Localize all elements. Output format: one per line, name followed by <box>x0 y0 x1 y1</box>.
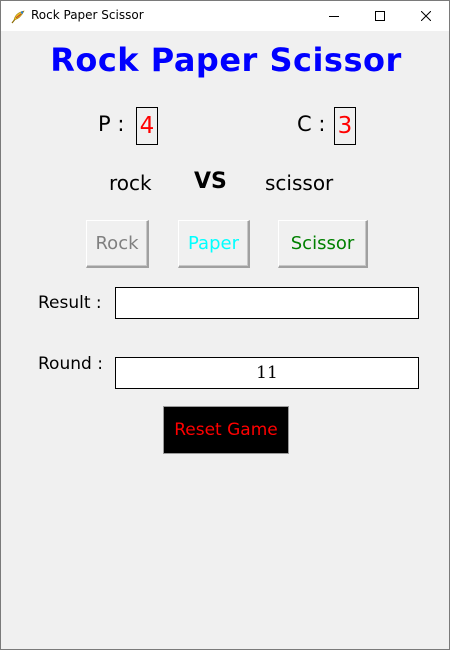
computer-score-label: C : <box>297 112 326 136</box>
feather-icon <box>10 9 26 25</box>
computer-score-value: 3 <box>334 107 356 145</box>
minimize-icon <box>329 16 339 17</box>
maximize-button[interactable] <box>357 1 403 31</box>
result-label: Result : <box>38 293 102 313</box>
round-field[interactable]: 11 <box>115 357 419 389</box>
close-button[interactable] <box>403 1 449 31</box>
minimize-button[interactable] <box>311 1 357 31</box>
window-title: Rock Paper Scissor <box>31 8 144 22</box>
computer-choice: scissor <box>265 171 334 195</box>
vs-label: VS <box>194 169 227 194</box>
player-choice: rock <box>109 171 152 195</box>
result-field[interactable] <box>115 287 419 319</box>
rock-button[interactable]: Rock <box>86 220 149 268</box>
player-score-value: 4 <box>136 107 158 145</box>
app-title: Rock Paper Scissor <box>50 41 402 79</box>
title-bar[interactable]: Rock Paper Scissor <box>1 1 449 31</box>
app-window: Rock Paper Scissor Rock Paper Scissor P … <box>0 0 450 650</box>
close-icon <box>421 11 431 21</box>
reset-game-button[interactable]: Reset Game <box>163 406 289 454</box>
maximize-icon <box>375 11 385 21</box>
round-label: Round : <box>38 354 103 374</box>
scissor-button[interactable]: Scissor <box>278 220 368 268</box>
paper-button[interactable]: Paper <box>178 220 250 268</box>
player-score-label: P : <box>98 112 125 136</box>
